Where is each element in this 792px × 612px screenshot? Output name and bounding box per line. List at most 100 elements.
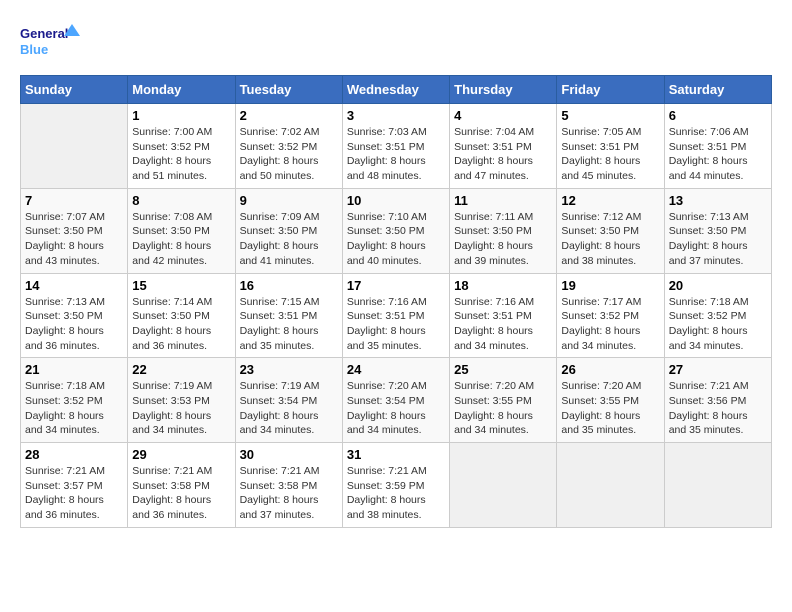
day-info: Sunrise: 7:21 AMSunset: 3:59 PMDaylight:… bbox=[347, 464, 445, 523]
calendar-cell: 12 Sunrise: 7:12 AMSunset: 3:50 PMDayligh… bbox=[557, 188, 664, 273]
column-header-saturday: Saturday bbox=[664, 76, 771, 104]
calendar-table: SundayMondayTuesdayWednesdayThursdayFrid… bbox=[20, 75, 772, 528]
day-info: Sunrise: 7:11 AMSunset: 3:50 PMDaylight:… bbox=[454, 210, 552, 269]
day-info: Sunrise: 7:20 AMSunset: 3:54 PMDaylight:… bbox=[347, 379, 445, 438]
day-info: Sunrise: 7:03 AMSunset: 3:51 PMDaylight:… bbox=[347, 125, 445, 184]
calendar-cell: 6 Sunrise: 7:06 AMSunset: 3:51 PMDaylight… bbox=[664, 104, 771, 189]
calendar-cell: 27 Sunrise: 7:21 AMSunset: 3:56 PMDayligh… bbox=[664, 358, 771, 443]
calendar-week-row: 14 Sunrise: 7:13 AMSunset: 3:50 PMDayligh… bbox=[21, 273, 772, 358]
calendar-cell bbox=[450, 443, 557, 528]
calendar-cell: 13 Sunrise: 7:13 AMSunset: 3:50 PMDayligh… bbox=[664, 188, 771, 273]
calendar-cell: 9Sunrise: 7:09 AMSunset: 3:50 PMDaylight… bbox=[235, 188, 342, 273]
column-header-tuesday: Tuesday bbox=[235, 76, 342, 104]
day-info: Sunrise: 7:13 AMSunset: 3:50 PMDaylight:… bbox=[669, 210, 767, 269]
day-info: Sunrise: 7:19 AMSunset: 3:54 PMDaylight:… bbox=[240, 379, 338, 438]
day-info: Sunrise: 7:21 AMSunset: 3:58 PMDaylight:… bbox=[240, 464, 338, 523]
day-number: 15 bbox=[132, 278, 230, 293]
calendar-cell: 8 Sunrise: 7:08 AMSunset: 3:50 PMDaylight… bbox=[128, 188, 235, 273]
day-number: 27 bbox=[669, 362, 767, 377]
calendar-cell: 21Sunrise: 7:18 AMSunset: 3:52 PMDayligh… bbox=[21, 358, 128, 443]
day-info: Sunrise: 7:05 AMSunset: 3:51 PMDaylight:… bbox=[561, 125, 659, 184]
column-header-sunday: Sunday bbox=[21, 76, 128, 104]
calendar-cell: 15 Sunrise: 7:14 AMSunset: 3:50 PMDayligh… bbox=[128, 273, 235, 358]
calendar-cell: 23 Sunrise: 7:19 AMSunset: 3:54 PMDayligh… bbox=[235, 358, 342, 443]
day-number: 28 bbox=[25, 447, 123, 462]
day-info: Sunrise: 7:00 AMSunset: 3:52 PMDaylight:… bbox=[132, 125, 230, 184]
day-number: 19 bbox=[561, 278, 659, 293]
day-number: 10 bbox=[347, 193, 445, 208]
calendar-week-row: 1Sunrise: 7:00 AMSunset: 3:52 PMDaylight… bbox=[21, 104, 772, 189]
column-header-thursday: Thursday bbox=[450, 76, 557, 104]
day-info: Sunrise: 7:17 AMSunset: 3:52 PMDaylight:… bbox=[561, 295, 659, 354]
day-number: 16 bbox=[240, 278, 338, 293]
day-number: 12 bbox=[561, 193, 659, 208]
day-info: Sunrise: 7:18 AMSunset: 3:52 PMDaylight:… bbox=[669, 295, 767, 354]
day-number: 25 bbox=[454, 362, 552, 377]
calendar-cell: 29Sunrise: 7:21 AMSunset: 3:58 PMDayligh… bbox=[128, 443, 235, 528]
day-info: Sunrise: 7:14 AMSunset: 3:50 PMDaylight:… bbox=[132, 295, 230, 354]
calendar-cell: 10 Sunrise: 7:10 AMSunset: 3:50 PMDayligh… bbox=[342, 188, 449, 273]
calendar-cell bbox=[557, 443, 664, 528]
day-info: Sunrise: 7:08 AMSunset: 3:50 PMDaylight:… bbox=[132, 210, 230, 269]
calendar-week-row: 28Sunrise: 7:21 AMSunset: 3:57 PMDayligh… bbox=[21, 443, 772, 528]
day-number: 5 bbox=[561, 108, 659, 123]
calendar-cell: 3 Sunrise: 7:03 AMSunset: 3:51 PMDaylight… bbox=[342, 104, 449, 189]
day-number: 22 bbox=[132, 362, 230, 377]
column-header-friday: Friday bbox=[557, 76, 664, 104]
day-info: Sunrise: 7:16 AMSunset: 3:51 PMDaylight:… bbox=[347, 295, 445, 354]
day-info: Sunrise: 7:10 AMSunset: 3:50 PMDaylight:… bbox=[347, 210, 445, 269]
day-info: Sunrise: 7:07 AMSunset: 3:50 PMDaylight:… bbox=[25, 210, 123, 269]
calendar-cell: 18Sunrise: 7:16 AMSunset: 3:51 PMDayligh… bbox=[450, 273, 557, 358]
calendar-week-row: 21Sunrise: 7:18 AMSunset: 3:52 PMDayligh… bbox=[21, 358, 772, 443]
calendar-cell: 4 Sunrise: 7:04 AMSunset: 3:51 PMDaylight… bbox=[450, 104, 557, 189]
day-number: 30 bbox=[240, 447, 338, 462]
calendar-cell: 20 Sunrise: 7:18 AMSunset: 3:52 PMDayligh… bbox=[664, 273, 771, 358]
calendar-cell: 5 Sunrise: 7:05 AMSunset: 3:51 PMDaylight… bbox=[557, 104, 664, 189]
svg-text:Blue: Blue bbox=[20, 42, 48, 57]
day-info: Sunrise: 7:13 AMSunset: 3:50 PMDaylight:… bbox=[25, 295, 123, 354]
day-number: 23 bbox=[240, 362, 338, 377]
day-info: Sunrise: 7:15 AMSunset: 3:51 PMDaylight:… bbox=[240, 295, 338, 354]
calendar-week-row: 7 Sunrise: 7:07 AMSunset: 3:50 PMDaylight… bbox=[21, 188, 772, 273]
column-header-wednesday: Wednesday bbox=[342, 76, 449, 104]
day-number: 24 bbox=[347, 362, 445, 377]
day-number: 2 bbox=[240, 108, 338, 123]
day-number: 20 bbox=[669, 278, 767, 293]
day-number: 11 bbox=[454, 193, 552, 208]
day-number: 7 bbox=[25, 193, 123, 208]
calendar-cell: 7 Sunrise: 7:07 AMSunset: 3:50 PMDaylight… bbox=[21, 188, 128, 273]
day-number: 17 bbox=[347, 278, 445, 293]
day-info: Sunrise: 7:20 AMSunset: 3:55 PMDaylight:… bbox=[454, 379, 552, 438]
calendar-cell: 2Sunrise: 7:02 AMSunset: 3:52 PMDaylight… bbox=[235, 104, 342, 189]
svg-text:General: General bbox=[20, 26, 68, 41]
day-info: Sunrise: 7:18 AMSunset: 3:52 PMDaylight:… bbox=[25, 379, 123, 438]
calendar-cell bbox=[21, 104, 128, 189]
day-number: 14 bbox=[25, 278, 123, 293]
page-header: General Blue bbox=[20, 20, 772, 65]
day-number: 4 bbox=[454, 108, 552, 123]
day-number: 9 bbox=[240, 193, 338, 208]
day-number: 26 bbox=[561, 362, 659, 377]
logo-svg: General Blue bbox=[20, 20, 80, 65]
day-info: Sunrise: 7:19 AMSunset: 3:53 PMDaylight:… bbox=[132, 379, 230, 438]
day-number: 18 bbox=[454, 278, 552, 293]
calendar-header-row: SundayMondayTuesdayWednesdayThursdayFrid… bbox=[21, 76, 772, 104]
calendar-cell: 11 Sunrise: 7:11 AMSunset: 3:50 PMDayligh… bbox=[450, 188, 557, 273]
column-header-monday: Monday bbox=[128, 76, 235, 104]
day-number: 3 bbox=[347, 108, 445, 123]
day-info: Sunrise: 7:06 AMSunset: 3:51 PMDaylight:… bbox=[669, 125, 767, 184]
calendar-cell: 31Sunrise: 7:21 AMSunset: 3:59 PMDayligh… bbox=[342, 443, 449, 528]
calendar-cell: 28Sunrise: 7:21 AMSunset: 3:57 PMDayligh… bbox=[21, 443, 128, 528]
day-number: 8 bbox=[132, 193, 230, 208]
calendar-cell: 30 Sunrise: 7:21 AMSunset: 3:58 PMDayligh… bbox=[235, 443, 342, 528]
day-info: Sunrise: 7:04 AMSunset: 3:51 PMDaylight:… bbox=[454, 125, 552, 184]
day-info: Sunrise: 7:12 AMSunset: 3:50 PMDaylight:… bbox=[561, 210, 659, 269]
logo: General Blue bbox=[20, 20, 80, 65]
calendar-cell: 14 Sunrise: 7:13 AMSunset: 3:50 PMDayligh… bbox=[21, 273, 128, 358]
day-info: Sunrise: 7:21 AMSunset: 3:56 PMDaylight:… bbox=[669, 379, 767, 438]
day-number: 6 bbox=[669, 108, 767, 123]
calendar-cell: 26Sunrise: 7:20 AMSunset: 3:55 PMDayligh… bbox=[557, 358, 664, 443]
calendar-cell bbox=[664, 443, 771, 528]
calendar-cell: 22 Sunrise: 7:19 AMSunset: 3:53 PMDayligh… bbox=[128, 358, 235, 443]
day-number: 13 bbox=[669, 193, 767, 208]
